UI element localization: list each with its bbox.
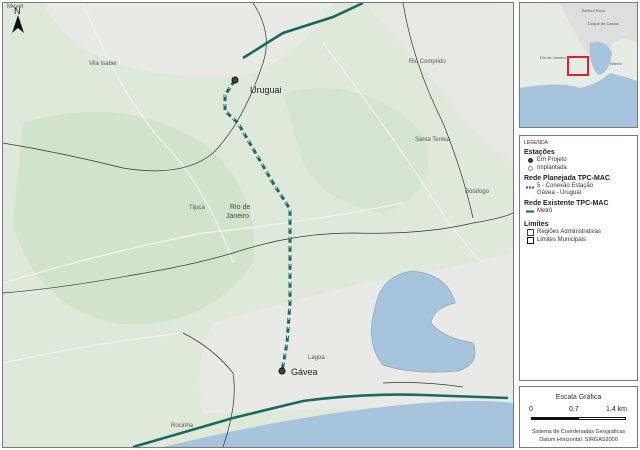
scale-bar: [531, 417, 626, 420]
scale-tick-0: 0: [529, 406, 533, 413]
place-label-rio-de-janeiro-2: Janeiro: [226, 213, 249, 220]
inset-label-belford-roxo: Belford Roxo: [582, 8, 606, 13]
place-label-meyer: Meyer: [7, 4, 24, 10]
legend-em-projeto-label: Em Projeto: [537, 157, 567, 163]
station-existing-icon: [526, 166, 534, 171]
station-uruguai-marker[interactable]: [231, 76, 239, 84]
main-map-canvas: N Vila Isabel Meyer Rio Comprido Santa T…: [3, 3, 513, 447]
place-label-botafogo: Botafogo: [465, 189, 490, 195]
scale-footer-line2: Datum Horizontal: SIRGAS2000: [539, 437, 618, 443]
legend-rede-existente-header: Rede Existente TPC-MAC: [524, 200, 609, 207]
inset-locator-map: Belford Roxo Duque de Caxias Rio de Jane…: [519, 2, 638, 128]
municipal-boundary-icon: [526, 237, 534, 244]
legend-item-conexao: 5 - Conexão Estação Gávea - Uruguai: [526, 183, 633, 197]
scale-tick-end: 1,4 km: [606, 406, 628, 413]
legend-conexao-line2: Gávea - Uruguai: [537, 190, 582, 196]
legend-metro-label: Metrô: [537, 208, 553, 214]
legend-stations-header: Estações: [524, 149, 555, 156]
inset-label-duque-de-caxias: Duque de Caxias: [588, 21, 619, 26]
legend-conexao-line1: 5 - Conexão Estação: [537, 183, 594, 189]
station-project-icon: [526, 158, 534, 163]
place-label-rocinha: Rocinha: [171, 423, 194, 429]
scale-tick-mid: 0,7: [569, 406, 579, 413]
legend-caption: LEGENDA: [524, 140, 548, 146]
legend-panel: LEGENDA Estações Em Projeto Implantada R…: [519, 135, 638, 381]
main-map[interactable]: N Vila Isabel Meyer Rio Comprido Santa T…: [2, 2, 514, 448]
legend-item-implantada: Implantada: [526, 165, 633, 172]
legend-item-metro: Metrô: [526, 208, 633, 215]
scale-footer-line1: Sistema de Coordenadas Geográficas: [531, 429, 626, 435]
legend-implantada-label: Implantada: [537, 165, 567, 171]
legend-item-em-projeto: Em Projeto: [526, 157, 633, 164]
place-label-lagoa: Lagoa: [308, 355, 325, 361]
station-uruguai-label: Uruguai: [250, 85, 282, 95]
place-label-vila-isabel: Vila Isabel: [89, 61, 117, 67]
scale-title: Escala Gráfica: [555, 394, 602, 401]
inset-label-niteroi: Niterói: [610, 61, 622, 66]
legend-rede-planejada-header: Rede Planejada TPC-MAC: [524, 175, 610, 182]
place-label-tijuca: Tijuca: [189, 205, 205, 211]
inset-map-canvas: Belford Roxo Duque de Caxias Rio de Jane…: [520, 3, 637, 127]
legend-item-regioes: Regiões Administrativas: [526, 229, 633, 236]
legend-item-municipais: Limites Municipais: [526, 237, 633, 244]
legend-limites-header: Limites: [524, 221, 549, 228]
metro-line-icon: [526, 210, 534, 213]
place-label-rio-de-janeiro-1: Rio de: [230, 204, 250, 211]
place-label-santa-teresa: Santa Teresa: [415, 137, 451, 143]
legend-municipais-label: Limites Municipais: [537, 237, 587, 243]
planned-line-icon: [526, 186, 534, 189]
inset-label-rio-de-janeiro: Rio de Janeiro: [540, 55, 567, 60]
scale-panel: Escala Gráfica 0 0,7 1,4 km Sistema de C…: [519, 386, 638, 448]
station-gavea-label: Gávea: [291, 367, 318, 377]
legend-regioes-label: Regiões Administrativas: [537, 229, 602, 235]
station-gavea-marker[interactable]: [278, 367, 286, 375]
place-label-rio-comprido: Rio Comprido: [409, 59, 446, 65]
admin-region-icon: [526, 229, 534, 236]
